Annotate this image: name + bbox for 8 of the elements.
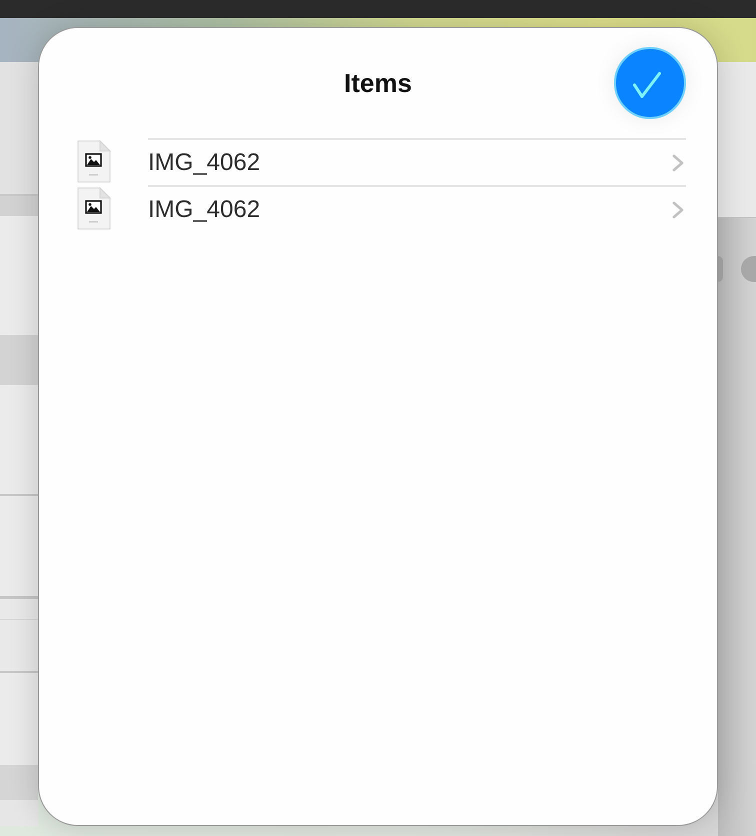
sheet-title: Items — [344, 68, 412, 98]
file-row[interactable]: IMG_4062 — [77, 138, 686, 185]
file-row[interactable]: IMG_4062 — [77, 185, 686, 232]
chevron-icon — [672, 154, 684, 172]
image-file-icon — [77, 140, 111, 183]
chevron-icon — [672, 200, 684, 218]
image-file-icon — [77, 187, 111, 230]
checkmark-icon — [632, 71, 662, 99]
